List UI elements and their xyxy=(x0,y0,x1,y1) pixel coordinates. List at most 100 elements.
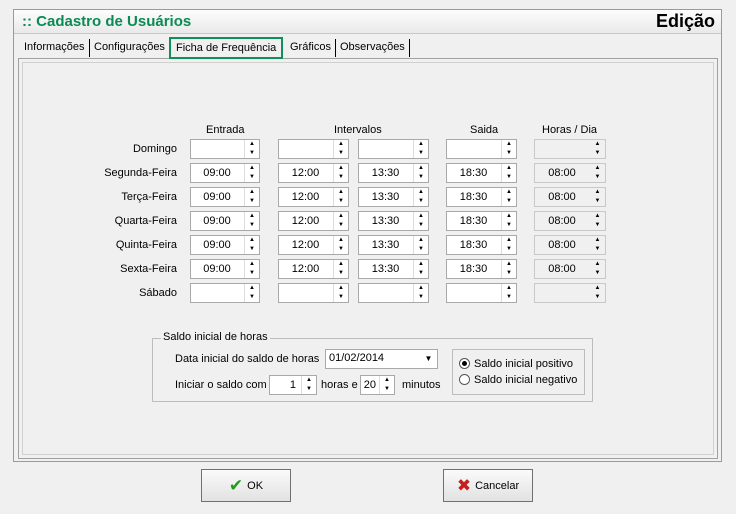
entrada-time-stepper[interactable]: 09:00 ▲ ▼ xyxy=(190,259,260,279)
chevron-down-icon[interactable]: ▼ xyxy=(421,351,436,367)
spin-up-icon[interactable]: ▲ xyxy=(590,260,605,269)
spin-down-icon[interactable]: ▼ xyxy=(302,385,316,394)
spin-down-icon[interactable]: ▼ xyxy=(414,293,428,302)
spin-down-icon[interactable]: ▼ xyxy=(414,221,428,230)
int2-time-stepper[interactable]: ▲ ▼ xyxy=(358,139,429,159)
tab-ficha-frequencia[interactable]: Ficha de Frequência xyxy=(169,37,284,59)
spin-up-icon[interactable]: ▲ xyxy=(334,236,348,245)
spin-down-icon[interactable]: ▼ xyxy=(590,149,605,158)
saida-time-stepper[interactable]: 18:30 ▲ ▼ xyxy=(446,187,517,207)
spin-down-icon[interactable]: ▼ xyxy=(502,269,516,278)
spin-down-icon[interactable]: ▼ xyxy=(590,197,605,206)
spin-up-icon[interactable]: ▲ xyxy=(414,284,428,293)
spin-up-icon[interactable]: ▲ xyxy=(414,260,428,269)
spin-up-icon[interactable]: ▲ xyxy=(334,284,348,293)
saida-time-stepper[interactable]: 18:30 ▲ ▼ xyxy=(446,211,517,231)
ok-button[interactable]: ✔ OK xyxy=(201,469,291,502)
spin-up-icon[interactable]: ▲ xyxy=(414,188,428,197)
spin-down-icon[interactable]: ▼ xyxy=(502,245,516,254)
saida-time-stepper[interactable]: ▲ ▼ xyxy=(446,283,517,303)
spin-down-icon[interactable]: ▼ xyxy=(590,173,605,182)
spin-up-icon[interactable]: ▲ xyxy=(245,284,259,293)
minutes-stepper[interactable]: 20 ▲ ▼ xyxy=(360,375,395,395)
int2-time-stepper[interactable]: 13:30 ▲ ▼ xyxy=(358,163,429,183)
entrada-time-stepper[interactable]: ▲ ▼ xyxy=(190,139,260,159)
spin-up-icon[interactable]: ▲ xyxy=(414,236,428,245)
spin-up-icon[interactable]: ▲ xyxy=(502,188,516,197)
spin-up-icon[interactable]: ▲ xyxy=(245,140,259,149)
int1-time-stepper[interactable]: 12:00 ▲ ▼ xyxy=(278,235,349,255)
spin-up-icon[interactable]: ▲ xyxy=(590,236,605,245)
spin-up-icon[interactable]: ▲ xyxy=(502,260,516,269)
spin-up-icon[interactable]: ▲ xyxy=(414,140,428,149)
hours-stepper[interactable]: 1 ▲ ▼ xyxy=(269,375,317,395)
spin-down-icon[interactable]: ▼ xyxy=(245,221,259,230)
saida-time-stepper[interactable]: 18:30 ▲ ▼ xyxy=(446,235,517,255)
spin-down-icon[interactable]: ▼ xyxy=(502,149,516,158)
spin-down-icon[interactable]: ▼ xyxy=(334,221,348,230)
saida-time-stepper[interactable]: ▲ ▼ xyxy=(446,139,517,159)
spin-down-icon[interactable]: ▼ xyxy=(334,173,348,182)
spin-up-icon[interactable]: ▲ xyxy=(590,140,605,149)
spin-down-icon[interactable]: ▼ xyxy=(502,221,516,230)
spin-down-icon[interactable]: ▼ xyxy=(245,173,259,182)
spin-up-icon[interactable]: ▲ xyxy=(502,140,516,149)
tab-configuracoes[interactable]: Configurações xyxy=(90,39,170,57)
spin-down-icon[interactable]: ▼ xyxy=(245,293,259,302)
spin-up-icon[interactable]: ▲ xyxy=(590,164,605,173)
int2-time-stepper[interactable]: 13:30 ▲ ▼ xyxy=(358,187,429,207)
spin-up-icon[interactable]: ▲ xyxy=(245,260,259,269)
spin-down-icon[interactable]: ▼ xyxy=(502,293,516,302)
entrada-time-stepper[interactable]: 09:00 ▲ ▼ xyxy=(190,187,260,207)
spin-up-icon[interactable]: ▲ xyxy=(334,260,348,269)
int1-time-stepper[interactable]: 12:00 ▲ ▼ xyxy=(278,259,349,279)
entrada-time-stepper[interactable]: 09:00 ▲ ▼ xyxy=(190,211,260,231)
spin-up-icon[interactable]: ▲ xyxy=(380,376,394,385)
spin-up-icon[interactable]: ▲ xyxy=(590,284,605,293)
spin-down-icon[interactable]: ▼ xyxy=(414,269,428,278)
spin-down-icon[interactable]: ▼ xyxy=(414,173,428,182)
spin-up-icon[interactable]: ▲ xyxy=(502,236,516,245)
saida-time-stepper[interactable]: 18:30 ▲ ▼ xyxy=(446,259,517,279)
spin-down-icon[interactable]: ▼ xyxy=(590,269,605,278)
spin-up-icon[interactable]: ▲ xyxy=(414,212,428,221)
spin-up-icon[interactable]: ▲ xyxy=(245,188,259,197)
radio-selected-icon[interactable] xyxy=(459,358,470,369)
int2-time-stepper[interactable]: ▲ ▼ xyxy=(358,283,429,303)
spin-up-icon[interactable]: ▲ xyxy=(334,212,348,221)
int1-time-stepper[interactable]: ▲ ▼ xyxy=(278,283,349,303)
spin-down-icon[interactable]: ▼ xyxy=(334,149,348,158)
spin-down-icon[interactable]: ▼ xyxy=(245,149,259,158)
spin-up-icon[interactable]: ▲ xyxy=(334,164,348,173)
spin-up-icon[interactable]: ▲ xyxy=(245,212,259,221)
spin-up-icon[interactable]: ▲ xyxy=(502,284,516,293)
spin-up-icon[interactable]: ▲ xyxy=(590,212,605,221)
spin-down-icon[interactable]: ▼ xyxy=(245,197,259,206)
tab-observacoes[interactable]: Observações xyxy=(336,39,410,57)
spin-up-icon[interactable]: ▲ xyxy=(414,164,428,173)
spin-down-icon[interactable]: ▼ xyxy=(502,173,516,182)
int1-time-stepper[interactable]: ▲ ▼ xyxy=(278,139,349,159)
spin-up-icon[interactable]: ▲ xyxy=(302,376,316,385)
spin-down-icon[interactable]: ▼ xyxy=(380,385,394,394)
spin-down-icon[interactable]: ▼ xyxy=(414,245,428,254)
spin-down-icon[interactable]: ▼ xyxy=(334,269,348,278)
spin-down-icon[interactable]: ▼ xyxy=(245,245,259,254)
spin-down-icon[interactable]: ▼ xyxy=(245,269,259,278)
spin-down-icon[interactable]: ▼ xyxy=(334,197,348,206)
radio-saldo-positivo[interactable]: Saldo inicial positivo xyxy=(459,358,573,372)
saida-time-stepper[interactable]: 18:30 ▲ ▼ xyxy=(446,163,517,183)
spin-up-icon[interactable]: ▲ xyxy=(334,140,348,149)
spin-down-icon[interactable]: ▼ xyxy=(414,149,428,158)
spin-up-icon[interactable]: ▲ xyxy=(245,164,259,173)
int2-time-stepper[interactable]: 13:30 ▲ ▼ xyxy=(358,235,429,255)
entrada-time-stepper[interactable]: 09:00 ▲ ▼ xyxy=(190,163,260,183)
spin-down-icon[interactable]: ▼ xyxy=(502,197,516,206)
int2-time-stepper[interactable]: 13:30 ▲ ▼ xyxy=(358,259,429,279)
spin-down-icon[interactable]: ▼ xyxy=(590,293,605,302)
int1-time-stepper[interactable]: 12:00 ▲ ▼ xyxy=(278,211,349,231)
int1-time-stepper[interactable]: 12:00 ▲ ▼ xyxy=(278,163,349,183)
cancel-button[interactable]: ✖ Cancelar xyxy=(443,469,533,502)
spin-down-icon[interactable]: ▼ xyxy=(414,197,428,206)
date-combo[interactable]: 01/02/2014 ▼ xyxy=(325,349,438,369)
